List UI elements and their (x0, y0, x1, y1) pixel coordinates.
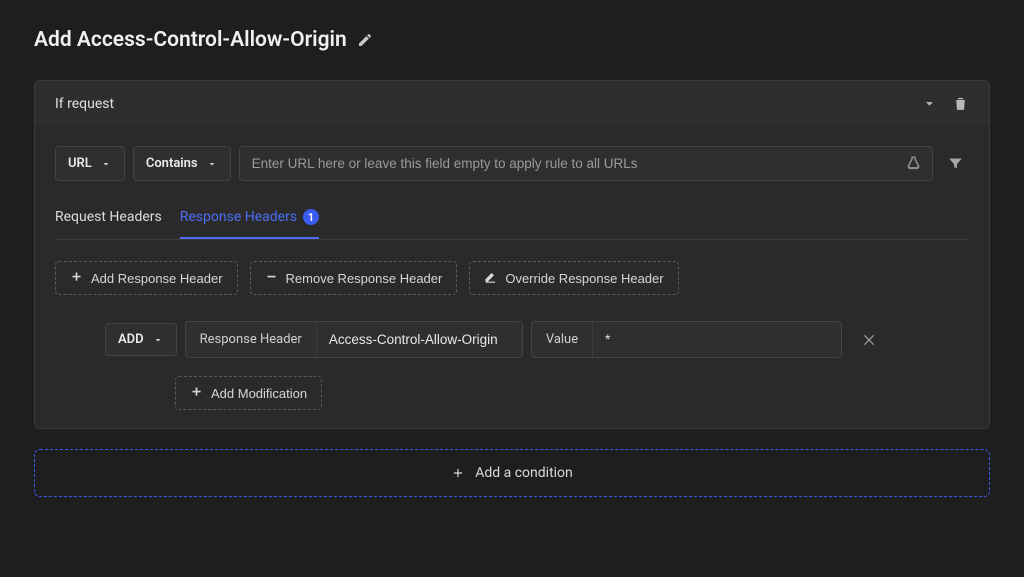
url-input-container (239, 146, 933, 181)
source-dropdown[interactable]: URL (55, 146, 125, 181)
remove-response-header-button[interactable]: Remove Response Header (250, 261, 458, 295)
add-modification-button[interactable]: Add Modification (175, 376, 322, 410)
add-response-header-button[interactable]: Add Response Header (55, 261, 238, 295)
override-response-header-button[interactable]: Override Response Header (469, 261, 678, 295)
header-name-input[interactable] (317, 322, 522, 357)
plus-icon (70, 270, 83, 286)
remove-modification-button[interactable] (856, 326, 884, 354)
button-label: Override Response Header (505, 271, 663, 286)
tab-label: Response Headers (180, 209, 297, 225)
plus-icon (451, 466, 465, 480)
tab-label: Request Headers (55, 209, 162, 225)
source-dropdown-label: URL (68, 156, 92, 171)
operator-dropdown-label: Contains (146, 156, 198, 171)
operator-dropdown[interactable]: Contains (133, 146, 231, 181)
edit-title-icon[interactable] (357, 32, 373, 48)
chevron-down-icon (152, 334, 164, 346)
tab-response-headers[interactable]: Response Headers 1 (180, 199, 319, 239)
url-input[interactable] (250, 147, 905, 180)
chevron-down-icon (100, 158, 112, 170)
close-icon (862, 332, 878, 348)
plus-icon (190, 385, 203, 401)
tab-count-badge: 1 (303, 209, 319, 225)
request-condition-card: If request URL Contains (34, 80, 990, 429)
modification-type-dropdown[interactable]: ADD (105, 323, 177, 356)
card-heading: If request (55, 96, 114, 112)
page-title: Add Access-Control-Allow-Origin (34, 28, 347, 52)
header-name-label: Response Header (186, 322, 317, 357)
filter-button[interactable] (941, 146, 969, 181)
add-condition-label: Add a condition (475, 465, 573, 481)
test-url-icon[interactable] (905, 155, 922, 172)
minus-icon (265, 270, 278, 286)
modification-type-label: ADD (118, 332, 144, 347)
add-condition-button[interactable]: Add a condition (34, 449, 990, 497)
header-value-field-group: Value (531, 321, 842, 358)
button-label: Add Response Header (91, 271, 223, 286)
chevron-down-icon (206, 158, 218, 170)
header-name-field-group: Response Header (185, 321, 523, 358)
edit-icon (484, 270, 497, 286)
button-label: Remove Response Header (286, 271, 443, 286)
collapse-card-icon[interactable] (921, 95, 938, 112)
filter-icon (947, 155, 964, 172)
button-label: Add Modification (211, 386, 307, 401)
header-value-input[interactable] (593, 322, 841, 357)
header-value-label: Value (532, 322, 593, 357)
tab-request-headers[interactable]: Request Headers (55, 199, 162, 239)
delete-card-icon[interactable] (952, 95, 969, 112)
